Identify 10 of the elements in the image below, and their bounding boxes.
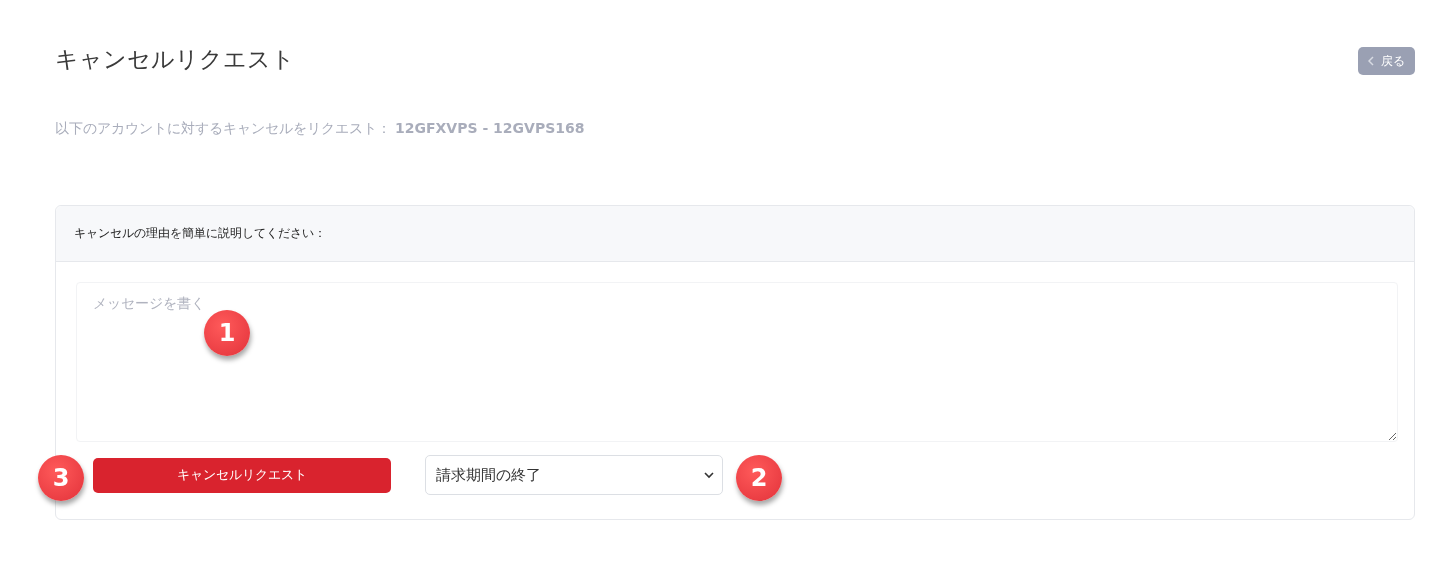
back-button[interactable]: 戻る: [1358, 47, 1415, 75]
form-header: キャンセルの理由を簡単に説明してください：: [56, 206, 1414, 262]
chevron-down-icon: [704, 471, 714, 479]
account-description: 以下のアカウントに対するキャンセルをリクエスト： 12GFXVPS - 12GVPS168: [55, 120, 586, 138]
step-number-badge: 3: [38, 455, 84, 501]
chevron-left-icon: [1368, 56, 1375, 66]
page-title: キャンセルリクエスト: [55, 45, 295, 74]
timing-dropdown[interactable]: 請求期間の終了: [425, 455, 723, 495]
cancel-request-button[interactable]: キャンセルリクエスト: [93, 457, 391, 493]
step-number-badge: 2: [736, 455, 782, 501]
